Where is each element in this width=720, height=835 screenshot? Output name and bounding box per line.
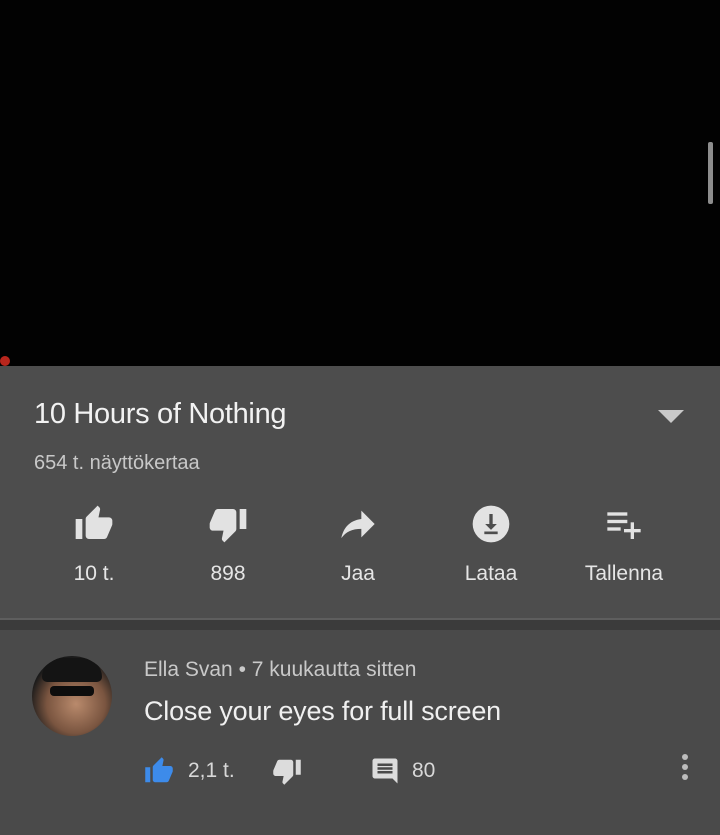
dislike-button[interactable]: 898: [168, 504, 288, 594]
save-button[interactable]: Tallenna: [564, 504, 684, 594]
comment-item: Ella Svan • 7 kuukautta sitten Close you…: [0, 630, 720, 835]
like-button[interactable]: 10 t.: [34, 504, 154, 594]
download-button[interactable]: Lataa: [431, 504, 551, 594]
more-options-icon[interactable]: [678, 750, 692, 790]
share-label: Jaa: [341, 562, 375, 585]
thumbs-down-icon: [273, 759, 301, 785]
reply-count: 80: [412, 759, 436, 782]
video-player[interactable]: [0, 0, 720, 366]
download-icon: [472, 505, 510, 543]
comment-dislike-button[interactable]: [272, 756, 308, 788]
comment-text: Close your eyes for full screen: [144, 696, 501, 726]
comment-author[interactable]: Ella Svan: [144, 658, 233, 681]
share-button[interactable]: Jaa: [298, 504, 418, 594]
download-label: Lataa: [464, 562, 518, 585]
like-count: 10 t.: [73, 562, 115, 585]
comment-like-count: 2,1 t.: [188, 759, 235, 782]
video-title[interactable]: 10 Hours of Nothing: [34, 398, 287, 431]
avatar-hair: [42, 658, 102, 682]
thumbs-down-icon: [209, 509, 247, 543]
avatar[interactable]: [32, 656, 112, 736]
expand-description-icon[interactable]: [658, 410, 684, 423]
comment-like-button[interactable]: 2,1 t.: [144, 756, 254, 788]
meta-separator: •: [238, 658, 246, 681]
scrollbar-handle[interactable]: [708, 142, 713, 204]
section-divider: [0, 618, 720, 630]
share-icon: [341, 510, 375, 539]
thumbs-up-icon: [145, 757, 173, 783]
save-playlist-icon: [607, 512, 641, 539]
youtube-mobile-page: 10 Hours of Nothing 654 t. näyttökertaa …: [0, 0, 720, 835]
video-info-panel: 10 Hours of Nothing 654 t. näyttökertaa …: [0, 366, 720, 618]
comment-icon: [372, 758, 398, 784]
comment-replies-button[interactable]: 80: [370, 756, 460, 788]
comment-time: 7 kuukautta sitten: [251, 658, 417, 681]
save-label: Tallenna: [584, 562, 664, 585]
thumbs-up-icon: [75, 505, 113, 539]
comment-meta: Ella Svan • 7 kuukautta sitten: [144, 658, 416, 682]
progress-scrubber[interactable]: [0, 356, 10, 366]
view-count: 654 t. näyttökertaa: [34, 452, 200, 474]
dislike-count: 898: [210, 562, 246, 585]
avatar-sunglasses: [50, 686, 94, 696]
